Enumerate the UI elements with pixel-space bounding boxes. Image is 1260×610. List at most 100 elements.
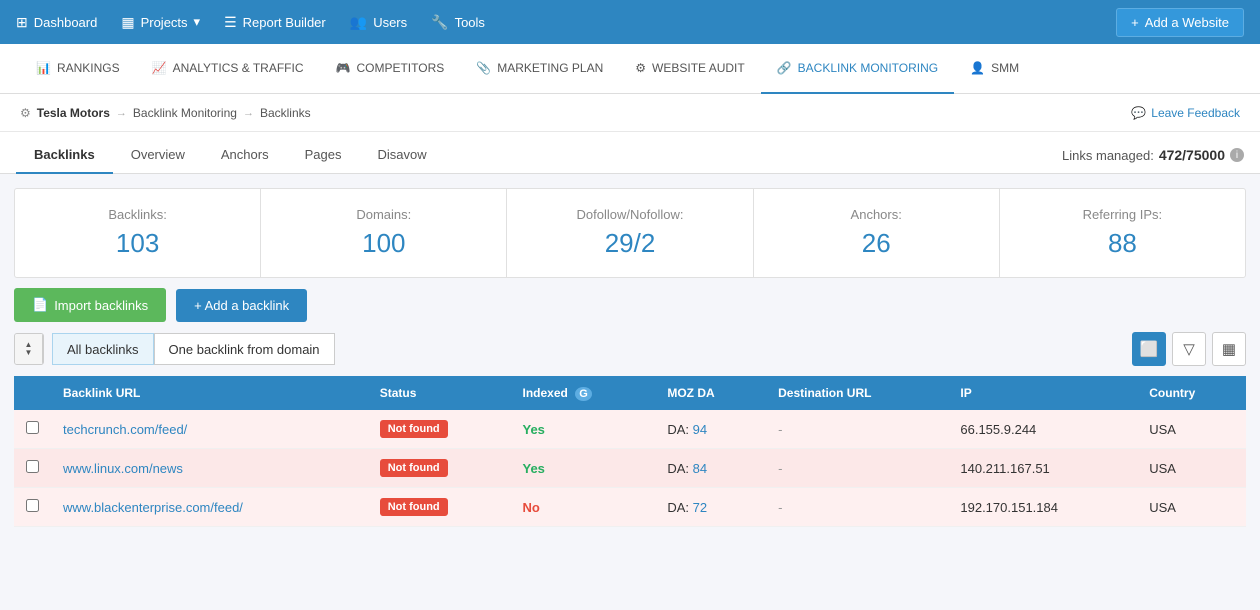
row-indexed: No [511,488,656,527]
destination-value: - [778,500,782,515]
subnav-competitors-label: Competitors [356,61,444,75]
report-icon: ☰ [224,14,237,31]
import-backlinks-button[interactable]: 📄 Import backlinks [14,288,166,322]
row-status: Not found [368,488,511,527]
filter-left: ▲ ▼ All backlinks One backlink from doma… [14,333,335,365]
table-row: www.linux.com/news Not found Yes DA: 84 … [14,449,1246,488]
row-checkbox[interactable] [26,499,39,512]
status-badge: Not found [380,420,448,438]
competitors-icon: 🎮 [336,61,351,75]
marketing-icon: 📎 [476,61,491,75]
row-url: www.linux.com/news [51,449,368,488]
nav-report-builder[interactable]: ☰ Report Builder [224,14,326,31]
tab-disavow[interactable]: Disavow [359,137,444,174]
country-value: USA [1149,500,1176,515]
row-destination: - [766,449,948,488]
destination-value: - [778,422,782,437]
row-checkbox[interactable] [26,460,39,473]
nav-projects-label: Projects [141,15,188,30]
country-value: USA [1149,422,1176,437]
breadcrumb-section[interactable]: Backlink Monitoring [133,106,237,120]
analytics-icon: 📈 [152,61,167,75]
nav-dashboard[interactable]: ⊞ Dashboard [16,14,97,31]
nav-projects[interactable]: ▦ Projects ▾ [121,14,200,31]
breadcrumb: ⚙ Tesla Motors → Backlink Monitoring → B… [20,106,311,120]
th-ip: IP [948,376,1137,410]
da-value: 84 [693,461,707,476]
backlink-url-link[interactable]: www.blackenterprise.com/feed/ [63,500,243,515]
add-backlink-button[interactable]: + Add a backlink [176,289,307,322]
stat-dofollow: Dofollow/Nofollow: 29/2 [507,189,753,277]
th-indexed: Indexed G [511,376,656,410]
one-backlink-filter[interactable]: One backlink from domain [154,333,335,365]
tab-overview[interactable]: Overview [113,137,203,174]
feedback-label: Leave Feedback [1151,106,1240,120]
subnav-smm[interactable]: 👤 SMM [954,44,1035,94]
leave-feedback-button[interactable]: 💬 Leave Feedback [1131,106,1240,120]
chart-view-button[interactable]: ▦ [1212,332,1246,366]
row-indexed: Yes [511,410,656,449]
row-ip: 192.170.151.184 [948,488,1137,527]
tab-pages[interactable]: Pages [287,137,360,174]
links-managed: Links managed: 472/75000 i [1062,147,1244,173]
gear-icon: ⚙ [20,106,31,120]
nav-report-label: Report Builder [243,15,326,30]
tools-icon: 🔧 [431,14,448,31]
subnav-audit-label: Website Audit [652,61,745,75]
projects-dropdown-icon: ▾ [194,14,201,30]
subnav-marketing[interactable]: 📎 Marketing Plan [460,44,619,94]
subnav-backlink-label: Backlink Monitoring [798,61,938,75]
row-country: USA [1137,449,1246,488]
row-checkbox[interactable] [26,421,39,434]
breadcrumb-company[interactable]: Tesla Motors [37,106,110,120]
row-stepper[interactable]: ▲ ▼ [14,333,44,365]
subnav-competitors[interactable]: 🎮 Competitors [320,44,461,94]
all-backlinks-filter[interactable]: All backlinks [52,333,154,365]
filter-icon: ▽ [1183,340,1195,358]
table-header-row: Backlink URL Status Indexed G MOZ DA Des… [14,376,1246,410]
th-mozda: MOZ DA [655,376,766,410]
stat-dofollow-value: 29/2 [517,228,742,259]
subnav-rankings[interactable]: 📊 Rankings [20,44,136,94]
stat-anchors-label: Anchors: [764,207,989,222]
row-mozda: DA: 94 [655,410,766,449]
indexed-value: No [523,500,540,515]
tab-backlinks[interactable]: Backlinks [16,137,113,174]
row-indexed: Yes [511,449,656,488]
export-icon: ⬜ [1140,340,1159,358]
add-website-button[interactable]: + Add a Website [1116,8,1244,37]
row-status: Not found [368,449,511,488]
subnav-audit[interactable]: ⚙ Website Audit [619,44,760,94]
nav-dashboard-label: Dashboard [34,15,98,30]
nav-tools-label: Tools [455,15,485,30]
da-value: 72 [693,500,707,515]
stepper-arrows[interactable]: ▲ ▼ [15,334,43,364]
subnav-backlink-monitoring[interactable]: 🔗 Backlink Monitoring [761,44,954,94]
tab-anchors[interactable]: Anchors [203,137,287,174]
stat-anchors-value: 26 [764,228,989,259]
table-row: www.blackenterprise.com/feed/ Not found … [14,488,1246,527]
backlink-url-link[interactable]: techcrunch.com/feed/ [63,422,187,437]
nav-users-label: Users [373,15,407,30]
filter-columns-button[interactable]: ▽ [1172,332,1206,366]
th-url: Backlink URL [51,376,368,410]
feedback-icon: 💬 [1131,106,1146,120]
subnav-analytics[interactable]: 📈 Analytics & Traffic [136,44,320,94]
stepper-down-icon[interactable]: ▼ [25,349,33,357]
indexed-value: Yes [523,422,545,437]
content-tabs: Backlinks Overview Anchors Pages Disavow [16,137,445,173]
country-value: USA [1149,461,1176,476]
nav-tools[interactable]: 🔧 Tools [431,14,485,31]
info-icon[interactable]: i [1230,148,1244,162]
backlink-url-link[interactable]: www.linux.com/news [63,461,183,476]
tabs-bar: Backlinks Overview Anchors Pages Disavow… [0,132,1260,174]
breadcrumb-arrow-1: → [116,107,127,119]
row-ip: 140.211.167.51 [948,449,1137,488]
add-website-label: Add a Website [1145,15,1229,30]
row-mozda: DA: 84 [655,449,766,488]
export-button[interactable]: ⬜ [1132,332,1166,366]
stat-backlinks-label: Backlinks: [25,207,250,222]
nav-users[interactable]: 👥 Users [350,14,407,31]
stat-backlinks: Backlinks: 103 [15,189,261,277]
row-checkbox-cell [14,410,51,449]
